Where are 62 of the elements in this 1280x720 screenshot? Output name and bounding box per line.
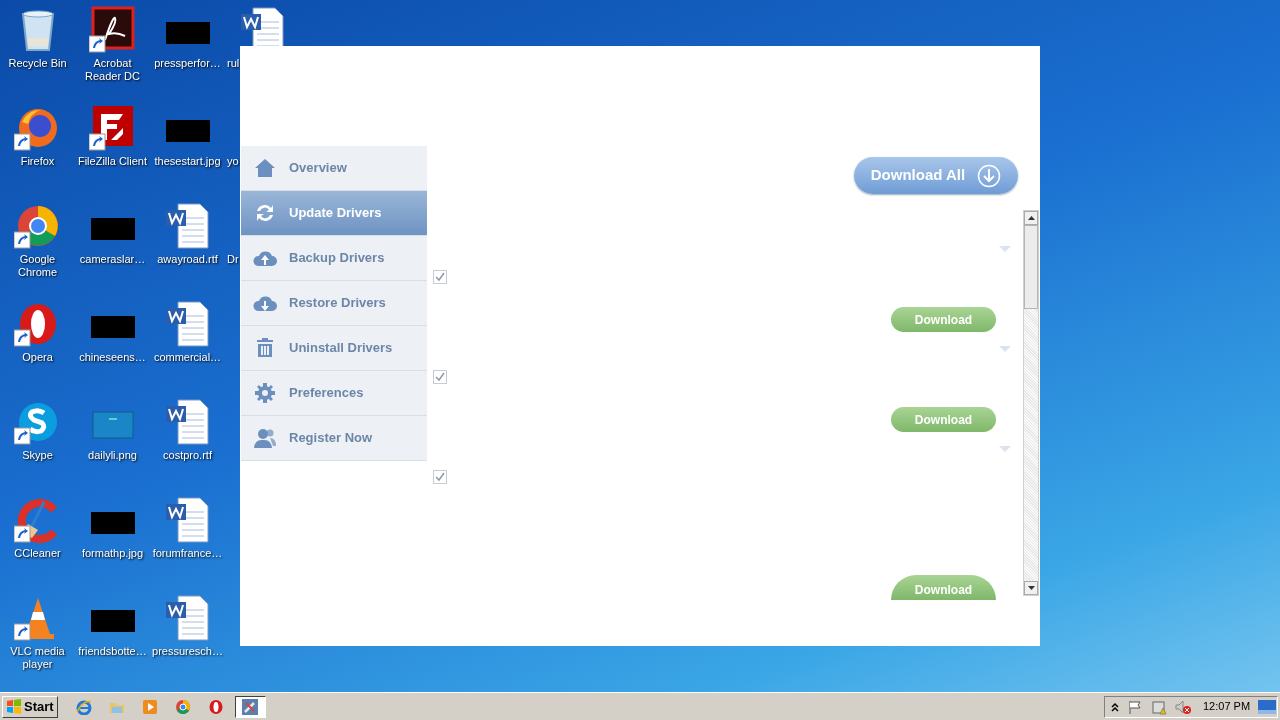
icon-label[interactable]: Google Chrome — [17, 253, 58, 279]
users-icon — [253, 426, 277, 450]
tools-icon — [242, 698, 259, 715]
icon-label[interactable]: commercial… — [153, 351, 222, 364]
clock[interactable]: 12:07 PM — [1203, 698, 1251, 715]
scroll-up-button[interactable] — [1024, 211, 1038, 225]
icon-label[interactable]: forumfrance… — [152, 547, 223, 560]
icon-label[interactable]: Opera — [22, 351, 53, 364]
speaker-muted-icon[interactable] — [1175, 698, 1191, 715]
show-desktop-icon[interactable] — [1258, 699, 1277, 714]
icon-label[interactable]: Skype — [22, 449, 53, 462]
word-document-icon[interactable] — [163, 300, 212, 348]
scroll-down-button[interactable] — [1024, 581, 1038, 595]
icon-label[interactable]: formathp.jpg — [81, 547, 144, 560]
word-document-icon[interactable] — [163, 202, 212, 250]
icon-label[interactable]: friendsbotte… — [78, 645, 147, 658]
icon-label[interactable]: cameraslar… — [79, 253, 146, 266]
windows-logo-icon — [6, 698, 22, 715]
taskbar-button[interactable] — [234, 695, 266, 718]
opera-icon[interactable] — [207, 698, 224, 715]
sidebar-item[interactable]: Preferences — [241, 371, 427, 416]
up-arrow-icon — [1027, 216, 1035, 220]
icon-label[interactable]: VLC media player — [10, 645, 65, 671]
icon-label[interactable]: FileZilla Client — [77, 155, 148, 168]
scroll-thumb[interactable] — [1024, 225, 1038, 309]
show-hidden-icons-icon[interactable] — [1111, 701, 1119, 712]
down-arrow-icon — [1027, 586, 1035, 590]
flag-icon[interactable] — [1127, 698, 1143, 715]
icon-label[interactable]: costpro.rtf — [163, 449, 212, 462]
word-document-icon[interactable] — [163, 496, 212, 544]
icon-label[interactable]: Firefox — [20, 155, 55, 168]
pdf-reader-icon[interactable] — [88, 6, 137, 54]
icon-label[interactable]: pressuresch… — [152, 645, 223, 658]
icon-label[interactable]: dailyli.png — [88, 449, 137, 462]
icon-label[interactable]: Recycle Bin — [8, 57, 67, 70]
internet-explorer-icon[interactable] — [75, 698, 92, 715]
network-warning-icon[interactable] — [1151, 698, 1167, 715]
scrollbar[interactable] — [1023, 210, 1039, 596]
chrome-icon[interactable] — [174, 698, 191, 715]
icon-label[interactable]: rul — [225, 57, 240, 70]
icon-label[interactable]: CCleaner — [14, 547, 61, 560]
sidebar-item[interactable]: Register Now — [241, 416, 427, 461]
start-button[interactable]: Start — [2, 695, 58, 718]
sidebar-item[interactable]: Update Drivers — [241, 191, 427, 236]
icon-label[interactable]: chineseens… — [79, 351, 146, 364]
word-document-icon[interactable] — [163, 398, 212, 446]
checkbox[interactable] — [433, 270, 447, 284]
media-player-icon[interactable] — [141, 698, 158, 715]
icon-label[interactable]: pressperfor… — [154, 57, 221, 70]
icon-label[interactable]: Dr — [225, 253, 239, 266]
home-icon — [253, 156, 277, 180]
word-document-icon[interactable] — [163, 594, 212, 642]
sidebar-item[interactable]: Restore Drivers — [241, 281, 427, 326]
icon-label[interactable]: thesestart.jpg — [154, 155, 221, 168]
icon-label[interactable]: yo — [225, 155, 239, 168]
icon-label[interactable]: awayroad.rtf — [157, 253, 218, 266]
checkbox[interactable] — [433, 370, 447, 384]
sidebar-item[interactable]: Uninstall Drivers — [241, 326, 427, 371]
checkbox[interactable] — [433, 470, 447, 484]
gear-icon — [253, 381, 277, 405]
icon-label[interactable]: Acrobat Reader DC — [85, 57, 140, 83]
sidebar-item[interactable]: Backup Drivers — [241, 236, 427, 281]
